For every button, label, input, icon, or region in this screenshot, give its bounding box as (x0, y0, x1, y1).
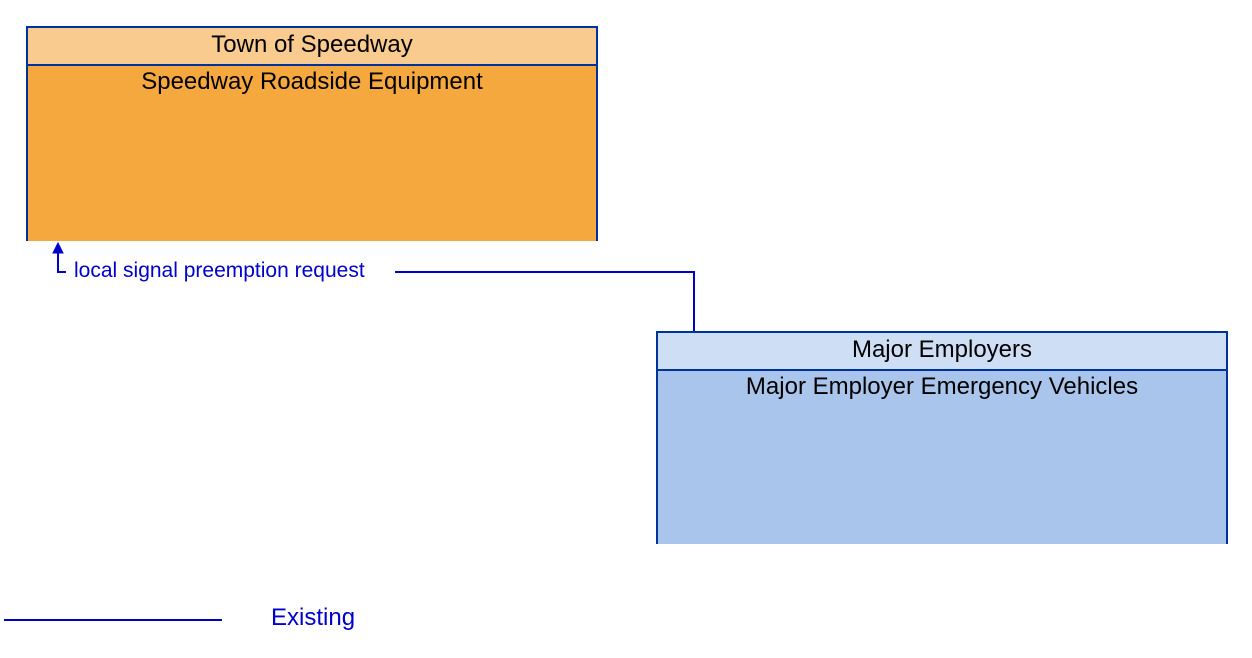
node-employers-header: Major Employers (658, 333, 1226, 371)
node-speedway-roadside-equipment: Town of Speedway Speedway Roadside Equip… (26, 26, 598, 241)
node-employers-body: Major Employer Emergency Vehicles (658, 371, 1226, 544)
flow-preemption-label: local signal preemption request (74, 259, 365, 283)
legend-existing-line (4, 619, 222, 621)
node-speedway-header: Town of Speedway (28, 28, 596, 66)
diagram-canvas: Town of Speedway Speedway Roadside Equip… (0, 0, 1252, 658)
node-speedway-body: Speedway Roadside Equipment (28, 66, 596, 241)
node-major-employer-emergency-vehicles: Major Employers Major Employer Emergency… (656, 331, 1228, 544)
legend-existing-label: Existing (271, 604, 355, 632)
